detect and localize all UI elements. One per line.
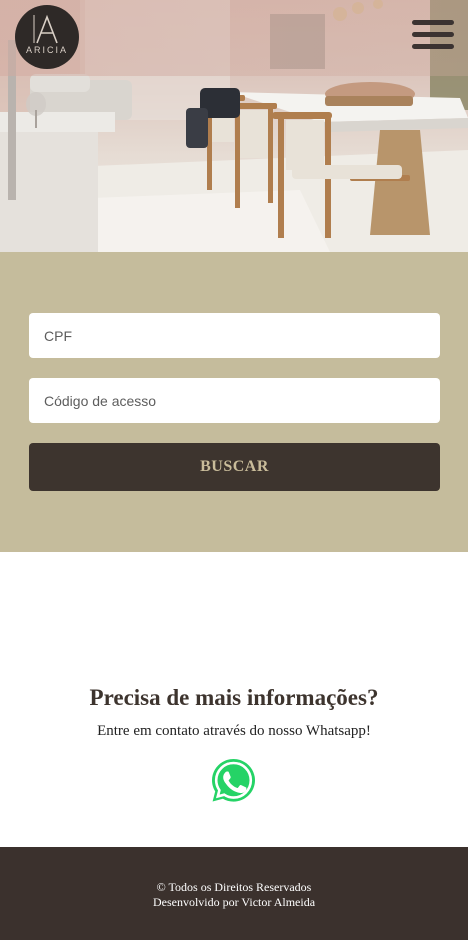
hero-image: ARICIA (0, 0, 468, 252)
footer: © Todos os Direitos Reservados Desenvolv… (0, 847, 468, 940)
developer-credit: Desenvolvido por Victor Almeida (152, 895, 316, 909)
menu-button[interactable] (412, 20, 454, 50)
access-code-input[interactable] (29, 378, 440, 423)
hamburger-icon-bar (412, 32, 454, 37)
hamburger-icon-bar (412, 44, 454, 49)
logo-text: ARICIA (25, 45, 68, 55)
login-form: BUSCAR (0, 252, 468, 552)
copyright-text: © Todos os Direitos Reservados (156, 880, 312, 894)
contact-title: Precisa de mais informações? (89, 685, 379, 710)
cpf-input[interactable] (29, 313, 440, 358)
aricia-logo-mark (33, 14, 58, 44)
search-button[interactable]: BUSCAR (29, 443, 440, 491)
contact-text: Entre em contato através do nosso Whatsa… (97, 723, 371, 739)
aricia-logo[interactable]: ARICIA (15, 5, 79, 69)
whatsapp-icon[interactable] (210, 757, 257, 804)
hamburger-icon (412, 20, 454, 25)
